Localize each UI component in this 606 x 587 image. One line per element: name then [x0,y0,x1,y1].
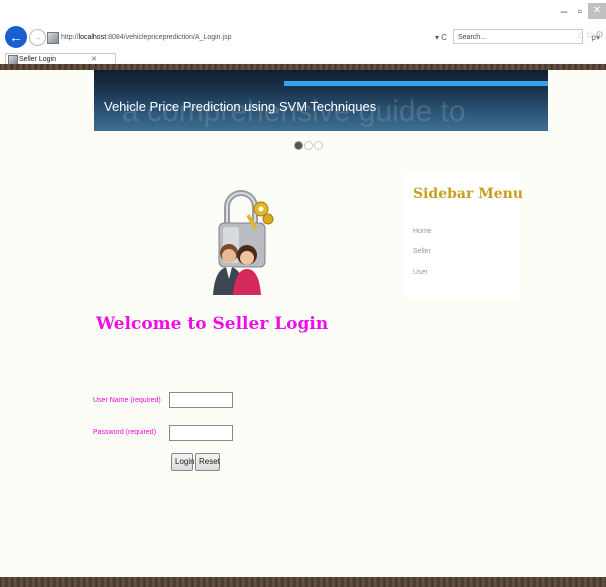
slider-dot[interactable] [314,141,323,150]
sidebar-title: Sidebar Menu [413,186,523,202]
page-favicon-icon [47,32,59,44]
restore-button[interactable]: ▫ [572,4,588,18]
search-placeholder: Search... [458,34,487,41]
minimize-button[interactable]: – [556,4,572,18]
toolbar-icons[interactable]: ⌂☆⚙ [578,30,605,41]
username-label: User Name (required) [93,397,161,404]
sidebar-item-seller[interactable]: Seller [413,248,431,255]
navigation-bar: ← → http://localhost:8084/vehiclepricepr… [5,25,605,51]
reset-button[interactable]: Reset [195,453,220,471]
password-input[interactable] [169,425,233,441]
sidebar-item-home[interactable]: Home [413,228,432,235]
slider-dots [294,141,323,150]
slider-dot[interactable] [294,141,303,150]
refresh-icon[interactable]: ▾ C [435,30,447,45]
browser-search-input[interactable]: Search... ρ▾ [453,29,600,44]
address-bar[interactable]: http://localhost:8084/vehiclepricepredic… [47,30,447,45]
sidebar-item-user[interactable]: User [413,269,428,276]
banner-accent-bar [284,81,548,86]
sidebar: Sidebar Menu Home Seller User [403,172,523,298]
banner: a comprehensive guide to Vehicle Price P… [94,70,548,131]
login-lock-users-image [213,190,274,295]
window-controls: – ▫ ✕ [556,2,606,20]
banner-title: Vehicle Price Prediction using SVM Techn… [104,99,377,114]
password-label: Password (required) [93,429,157,436]
login-button[interactable]: Login [171,453,195,471]
login-heading: Welcome to Seller Login [96,314,329,334]
close-window-button[interactable]: ✕ [588,3,606,19]
username-input[interactable] [169,392,233,408]
footer-strip [0,577,606,587]
address-url[interactable]: http://localhost:8084/vehiclepricepredic… [61,30,231,45]
slider-dot[interactable] [304,141,313,150]
browser-chrome: – ▫ ✕ ← → http://localhost:8084/vehiclep… [0,0,606,66]
forward-arrow-icon[interactable]: → [29,29,46,46]
back-arrow-icon[interactable]: ← [5,26,27,48]
